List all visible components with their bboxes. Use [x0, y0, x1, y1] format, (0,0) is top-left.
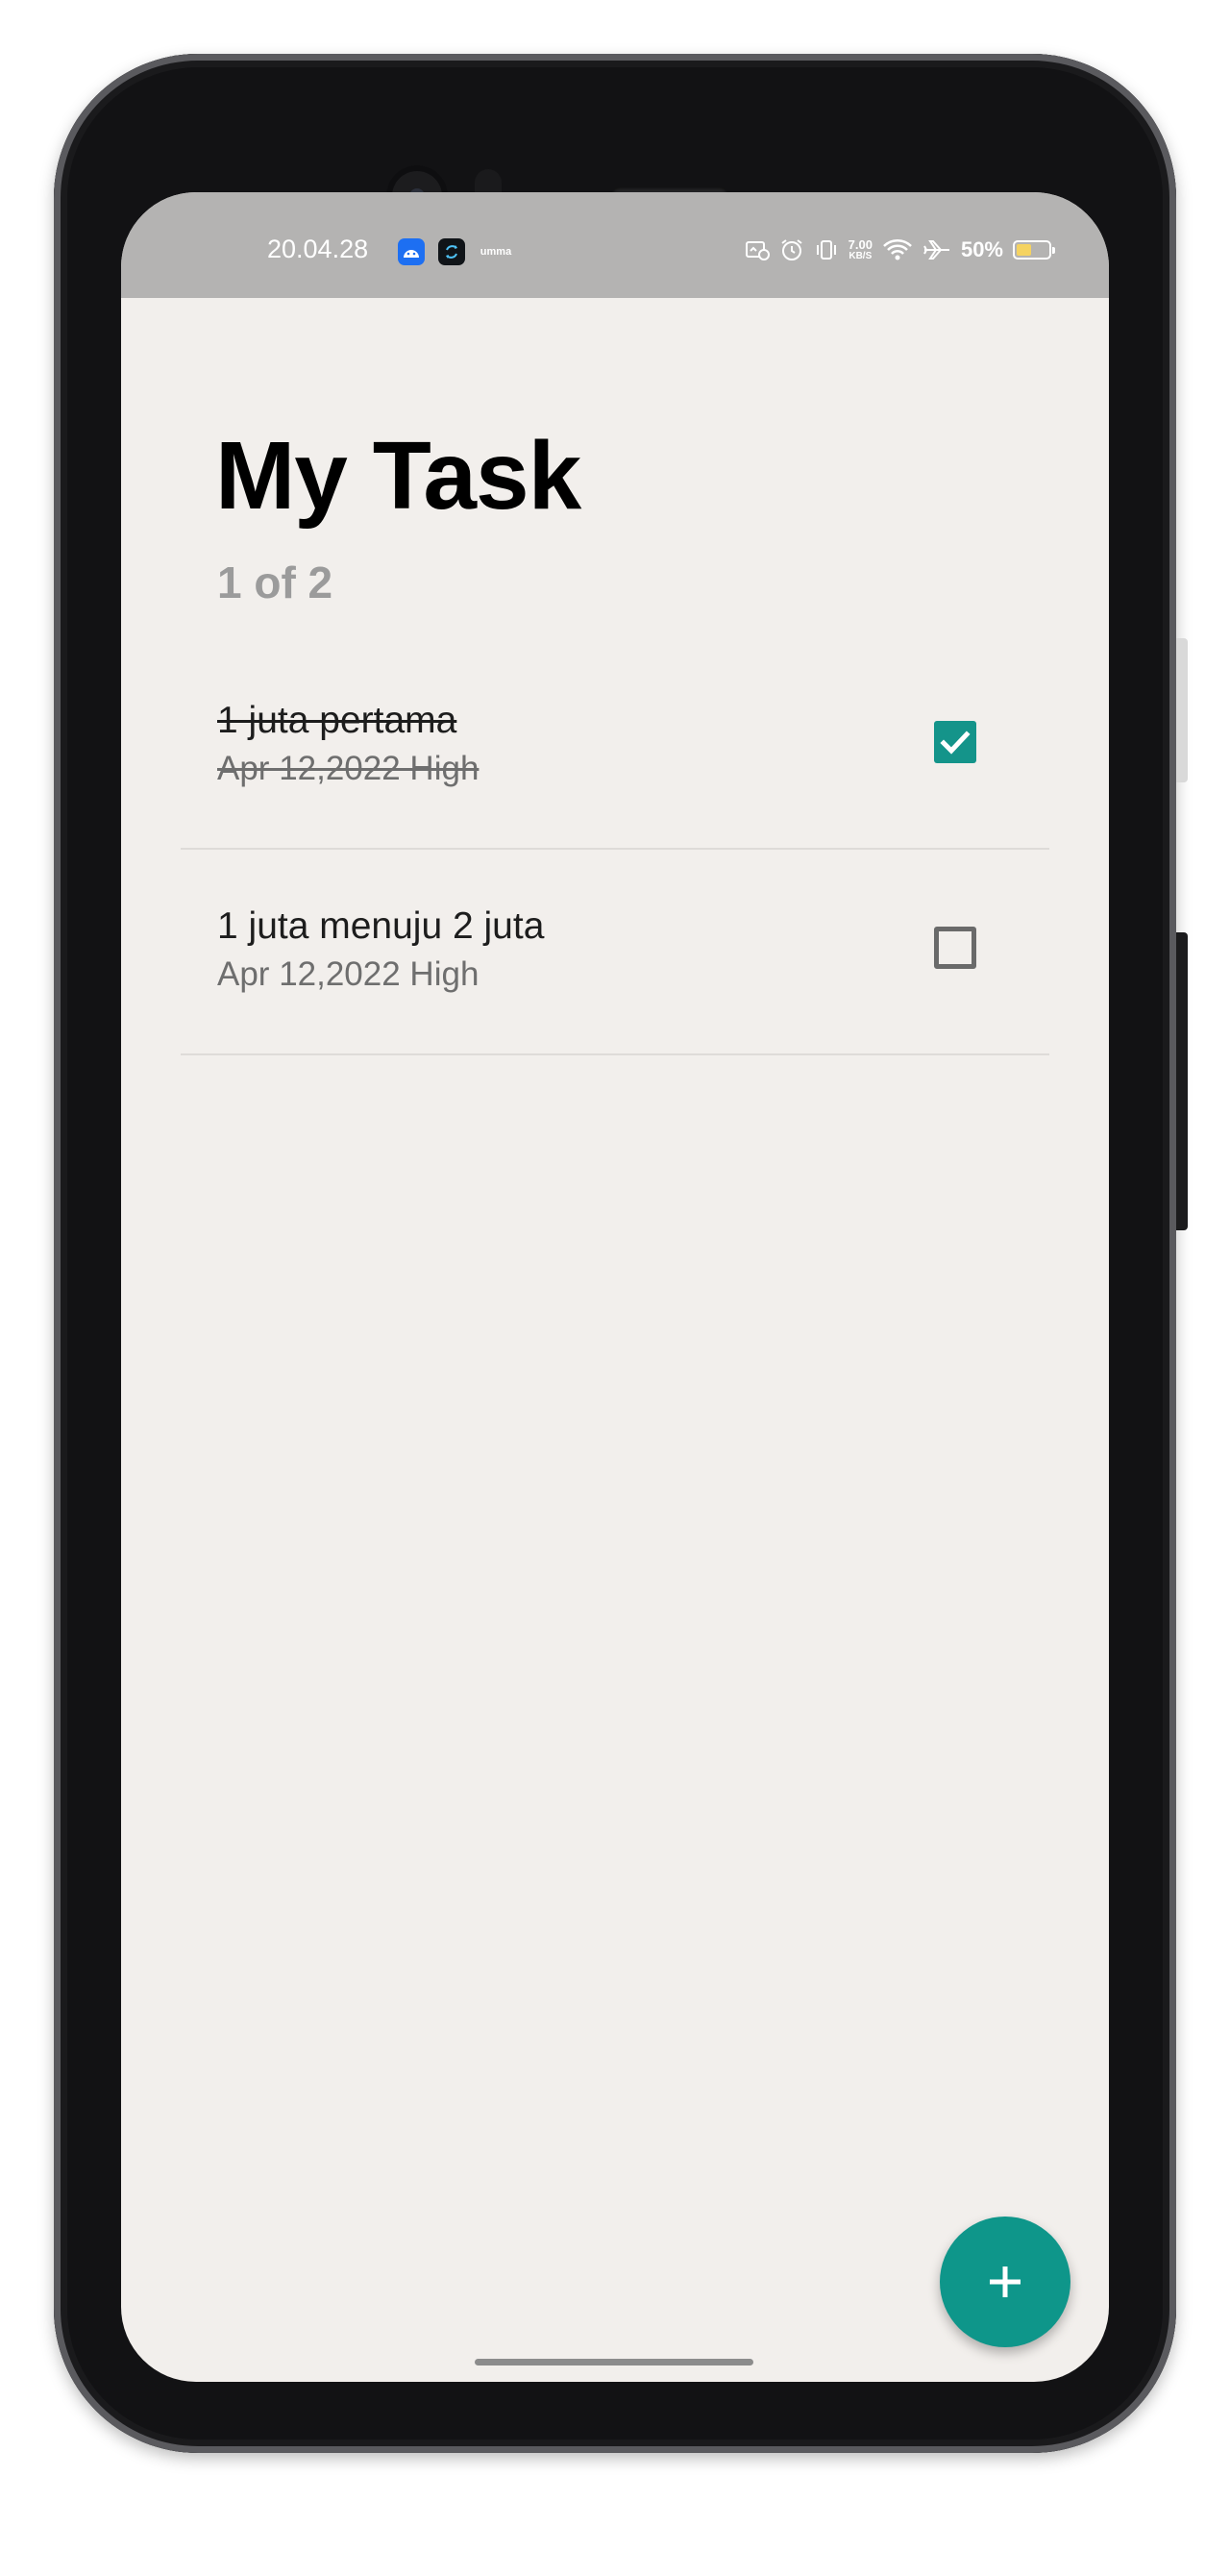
task-row[interactable]: 1 juta pertama Apr 12,2022 High — [181, 644, 1049, 850]
page-title: My Task — [215, 422, 581, 530]
task-checkbox[interactable] — [934, 927, 976, 969]
task-list: 1 juta pertama Apr 12,2022 High 1 juta m… — [181, 644, 1049, 1055]
battery-percent: 50% — [960, 237, 1003, 261]
android-app-icon — [398, 238, 425, 265]
task-meta: Apr 12,2022 High — [217, 750, 480, 787]
status-bar: 20.04.28 umma 7.00 KB/S 50% — [121, 192, 1109, 298]
task-row[interactable]: 1 juta menuju 2 juta Apr 12,2022 High — [181, 850, 1049, 1055]
add-task-button[interactable] — [940, 2217, 1070, 2347]
sync-app-icon — [438, 238, 465, 265]
home-indicator[interactable] — [475, 2359, 753, 2365]
side-button-lower[interactable] — [1176, 932, 1188, 1230]
task-name: 1 juta pertama — [217, 700, 457, 741]
plus-icon — [990, 2266, 1021, 2297]
device-stage: 20.04.28 umma 7.00 KB/S 50% My Task 1 of… — [0, 0, 1230, 2576]
task-checkbox[interactable] — [934, 721, 976, 763]
task-progress-count: 1 of 2 — [217, 557, 333, 607]
battery-icon — [1013, 240, 1055, 260]
screen: 20.04.28 umma 7.00 KB/S 50% My Task 1 of… — [121, 192, 1109, 2382]
wifi-icon — [882, 238, 913, 261]
task-name: 1 juta menuju 2 juta — [217, 905, 545, 947]
vibrate-icon — [814, 238, 839, 261]
network-speed-value: 7.00 — [848, 237, 873, 252]
status-time: 20.04.28 — [267, 235, 369, 263]
status-icons: 7.00 KB/S 50% — [745, 231, 1055, 269]
check-icon — [940, 731, 971, 755]
battery-fill — [1017, 244, 1032, 256]
network-speed: 7.00 KB/S — [849, 238, 873, 261]
ummai-app-icon: umma — [480, 245, 512, 258]
side-button-upper[interactable] — [1176, 638, 1188, 782]
data-saver-icon — [745, 239, 770, 260]
alarm-icon — [779, 237, 804, 262]
task-meta: Apr 12,2022 High — [217, 955, 480, 993]
airplane-icon — [922, 238, 951, 261]
network-speed-unit: KB/S — [849, 251, 873, 261]
